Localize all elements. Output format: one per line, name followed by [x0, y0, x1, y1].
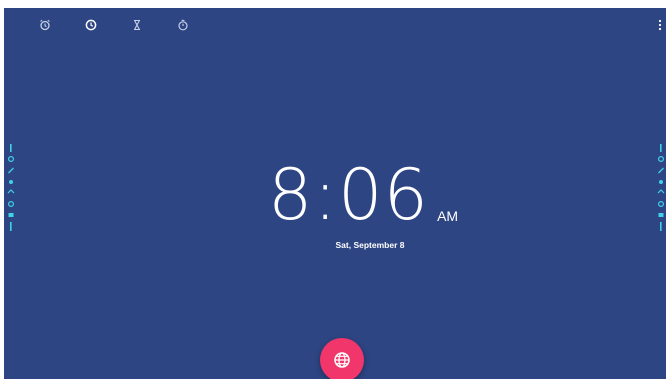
alarm-icon: [40, 19, 50, 31]
globe-icon: [334, 352, 350, 368]
tab-clock[interactable]: [68, 14, 114, 36]
tab-bar: [22, 14, 206, 36]
clock-display: 8:06 AM: [4, 152, 666, 232]
overflow-menu-button[interactable]: [656, 17, 664, 33]
stopwatch-icon: [178, 19, 188, 31]
tab-alarm[interactable]: [22, 14, 68, 36]
hourglass-icon: [134, 19, 140, 31]
tab-timer[interactable]: [114, 14, 160, 36]
world-clock-button[interactable]: [320, 338, 364, 379]
current-date: Sat, September 8: [335, 240, 405, 250]
am-pm-indicator: AM: [437, 208, 459, 224]
clock-screen: 8:06 AM Sat, September 8: [4, 8, 666, 379]
current-time: 8:06: [267, 154, 430, 236]
clock-icon: [85, 19, 97, 31]
more-vert-icon: [658, 19, 662, 31]
tab-stopwatch[interactable]: [160, 14, 206, 36]
